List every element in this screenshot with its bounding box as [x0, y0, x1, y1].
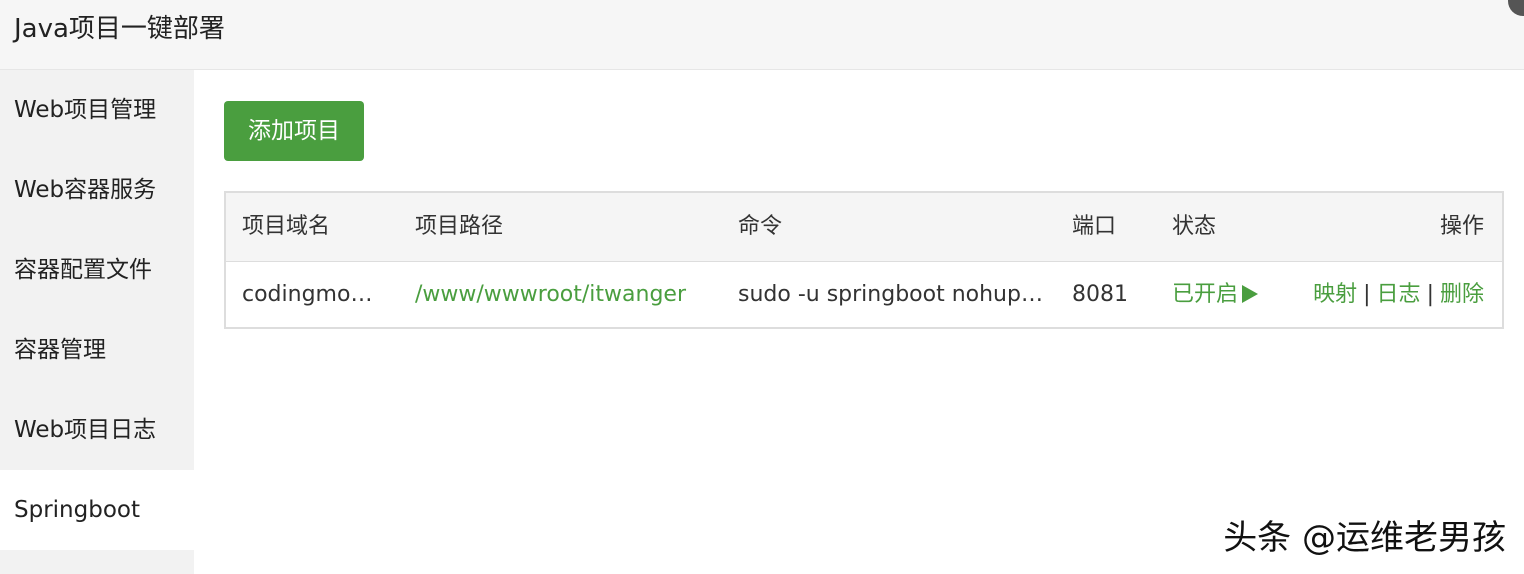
header-path: 项目路径: [415, 214, 504, 239]
header-command: 命令: [738, 214, 783, 239]
cell-path-link[interactable]: /www/wwwroot/itwanger: [415, 262, 715, 328]
header-domain: 项目域名: [242, 214, 331, 239]
sidebar-item-web-project-management[interactable]: Web项目管理: [0, 70, 194, 150]
sidebar-item-web-project-log[interactable]: Web项目日志: [0, 390, 194, 470]
sidebar-item-springboot[interactable]: Springboot: [0, 470, 194, 550]
projects-table: 项目域名 项目路径 命令 端口 状态 操作 codingmor… /www/ww…: [224, 191, 1504, 329]
cell-port: 8081: [1072, 282, 1128, 307]
action-separator: |: [1426, 282, 1434, 307]
add-project-button[interactable]: 添加项目: [224, 101, 364, 161]
action-separator: |: [1363, 282, 1371, 307]
sidebar-item-container-config-file[interactable]: 容器配置文件: [0, 230, 194, 310]
window-title: Java项目一键部署: [14, 14, 225, 44]
title-bar: Java项目一键部署: [0, 0, 1524, 70]
header-port: 端口: [1072, 214, 1117, 239]
play-icon: [1242, 285, 1259, 303]
cell-actions: 映射 | 日志 | 删除: [1286, 262, 1484, 328]
table-header: 项目域名 项目路径 命令 端口 状态 操作: [226, 193, 1502, 262]
deploy-window: Java项目一键部署 Web项目管理 Web容器服务 容器配置文件 容器管理 W…: [0, 0, 1524, 574]
main-content: 添加项目 项目域名 项目路径 命令 端口 状态 操作 codingmor… /w…: [194, 70, 1524, 574]
cell-command: sudo -u springboot nohup…: [738, 282, 1043, 307]
delete-action-link[interactable]: 删除: [1440, 282, 1484, 307]
cell-domain: codingmor…: [242, 282, 380, 307]
header-actions: 操作: [1439, 214, 1484, 239]
sidebar-item-web-container-service[interactable]: Web容器服务: [0, 150, 194, 230]
close-icon[interactable]: [1508, 0, 1524, 16]
table-row: codingmor… /www/wwwroot/itwanger sudo -u…: [226, 262, 1502, 328]
sidebar-item-container-management[interactable]: 容器管理: [0, 310, 194, 390]
status-label: 已开启: [1172, 282, 1239, 307]
sidebar: Web项目管理 Web容器服务 容器配置文件 容器管理 Web项目日志 Spri…: [0, 70, 194, 574]
status-toggle[interactable]: 已开启: [1172, 262, 1302, 328]
map-action-link[interactable]: 映射: [1313, 282, 1357, 307]
watermark-text: 头条 @运维老男孩: [1223, 518, 1506, 558]
header-status: 状态: [1172, 214, 1217, 239]
log-action-link[interactable]: 日志: [1377, 282, 1421, 307]
